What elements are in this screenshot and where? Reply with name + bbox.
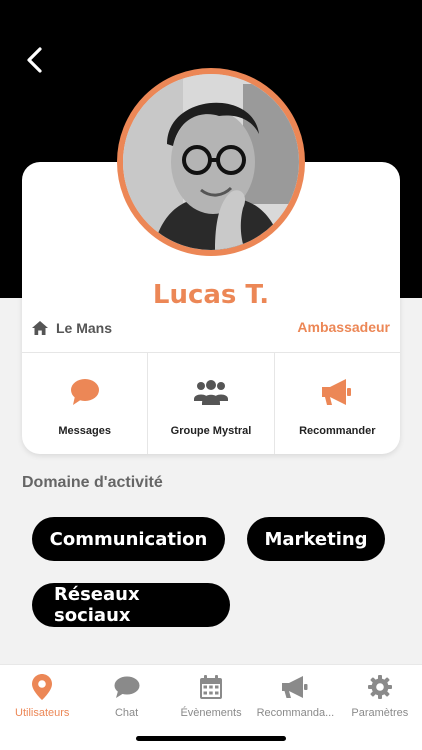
- tab-chat-label: Chat: [114, 707, 139, 719]
- home-indicator: [136, 736, 286, 741]
- group-label: Groupe Mystral: [170, 425, 252, 437]
- recommend-button[interactable]: Recommander: [275, 353, 400, 454]
- megaphone-icon: [282, 676, 308, 698]
- chat-bubble-icon: [70, 379, 99, 405]
- avatar[interactable]: [117, 68, 305, 256]
- tab-events-label: Évènements: [180, 707, 242, 719]
- tab-recommendations-label: Recommanda...: [256, 707, 335, 719]
- location: Le Mans: [32, 318, 112, 338]
- tab-users-label: Utilisateurs: [15, 707, 70, 719]
- tab-settings-label: Paramètres: [351, 707, 409, 719]
- activity-section-title: Domaine d'activité: [22, 474, 163, 491]
- tab-settings[interactable]: Paramètres: [338, 665, 422, 750]
- gear-icon: [367, 675, 392, 699]
- tag-social-networks[interactable]: Réseaux sociaux: [32, 583, 230, 627]
- chevron-left-icon: [27, 47, 42, 73]
- group-icon: [193, 380, 228, 405]
- messages-button[interactable]: Messages: [22, 353, 149, 454]
- map-pin-icon: [32, 674, 53, 700]
- back-button[interactable]: [22, 44, 52, 76]
- action-row: Messages Groupe Mystral Recommander: [22, 352, 400, 454]
- avatar-photo: [123, 74, 299, 250]
- profile-name: Lucas T.: [152, 280, 270, 310]
- calendar-icon: [200, 675, 223, 699]
- tag-communication[interactable]: Communication: [32, 517, 225, 561]
- recommend-label: Recommander: [299, 425, 376, 437]
- chat-bubble-icon: [114, 676, 140, 698]
- role-label: Ambassadeur: [297, 319, 390, 335]
- home-icon: [32, 321, 48, 335]
- location-label: Le Mans: [56, 320, 113, 336]
- group-button[interactable]: Groupe Mystral: [148, 353, 275, 454]
- tab-users[interactable]: Utilisateurs: [0, 665, 84, 750]
- tag-marketing[interactable]: Marketing: [247, 517, 385, 561]
- messages-label: Messages: [58, 425, 111, 437]
- megaphone-icon: [322, 379, 352, 405]
